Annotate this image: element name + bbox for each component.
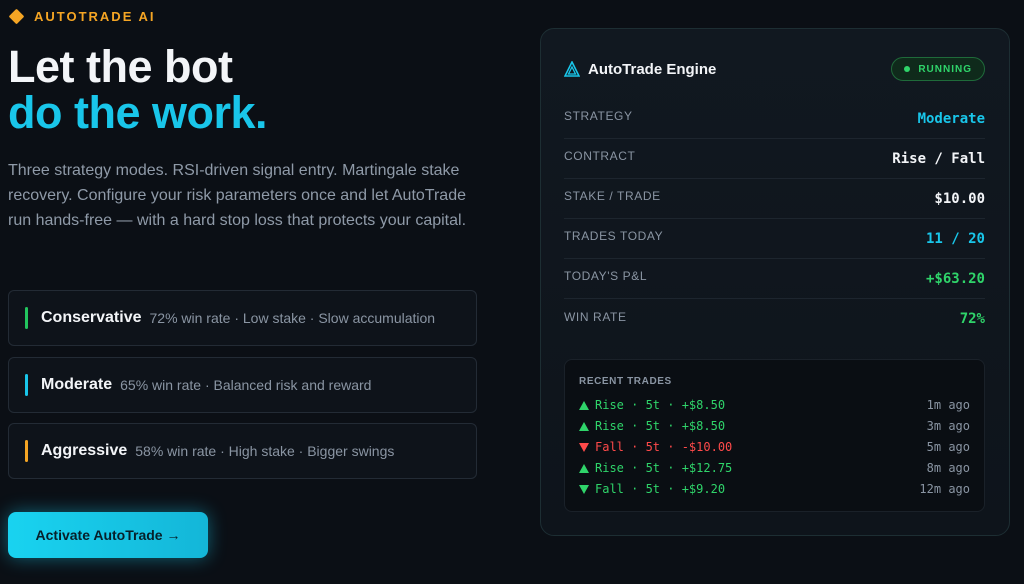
up-arrow-icon bbox=[579, 400, 589, 410]
row-value: 11 / 20 bbox=[925, 230, 985, 247]
mode-indicator-bar bbox=[25, 307, 28, 329]
trade-text: Fall · 5t · -$10.00 bbox=[595, 440, 733, 454]
brand-name: AUTOTRADE AI bbox=[34, 9, 156, 24]
status-badge: RUNNING bbox=[891, 57, 985, 81]
mode-card-aggressive[interactable]: Aggressive 58% win rate · High stake · B… bbox=[8, 423, 477, 479]
mode-card-moderate[interactable]: Moderate 65% win rate · Balanced risk an… bbox=[8, 357, 477, 413]
brand: AUTOTRADE AI bbox=[8, 8, 156, 25]
hero-description: Three strategy modes. RSI-driven signal … bbox=[8, 162, 467, 229]
mode-info: 72% win rate · Low stake · Slow accumula… bbox=[149, 310, 436, 326]
trade-text: Rise · 5t · +$12.75 bbox=[595, 461, 733, 475]
recent-trades-box: RECENT TRADES Rise · 5t · +$8.50 1m ago … bbox=[564, 359, 985, 512]
trade-row: Rise · 5t · +$12.75 8m ago bbox=[579, 459, 970, 477]
page-title: Let the bot do the work. bbox=[8, 41, 268, 138]
row-value: 72% bbox=[959, 311, 985, 327]
status-dot-icon bbox=[904, 66, 911, 72]
row-key: TODAY'S P&L bbox=[564, 269, 648, 283]
mode-indicator-bar bbox=[25, 374, 28, 396]
row-key: STRATEGY bbox=[564, 109, 633, 123]
trade-time: 1m ago bbox=[926, 398, 970, 412]
engine-row-contract: CONTRACT Rise / Fall bbox=[564, 139, 985, 179]
status-label: RUNNING bbox=[918, 63, 972, 75]
engine-row-pnl: TODAY'S P&L +$63.20 bbox=[564, 259, 985, 299]
trade-row: Rise · 5t · +$8.50 3m ago bbox=[579, 417, 970, 435]
mode-title: Conservative bbox=[41, 309, 142, 326]
trade-time: 8m ago bbox=[926, 461, 970, 475]
down-arrow-icon bbox=[579, 442, 589, 452]
row-value: Rise / Fall bbox=[892, 150, 985, 167]
up-arrow-icon bbox=[579, 463, 589, 473]
engine-row-trades-today: TRADES TODAY 11 / 20 bbox=[564, 219, 985, 259]
mode-info: 65% win rate · Balanced risk and reward bbox=[120, 377, 372, 393]
engine-panel: AutoTrade Engine RUNNING STRATEGY Modera… bbox=[540, 28, 1010, 536]
trade-text: Rise · 5t · +$8.50 bbox=[595, 398, 726, 412]
trade-time: 5m ago bbox=[926, 440, 970, 454]
row-value: +$63.20 bbox=[925, 270, 985, 287]
engine-header: AutoTrade Engine RUNNING bbox=[564, 57, 985, 81]
row-key: CONTRACT bbox=[564, 149, 636, 163]
mode-title: Moderate bbox=[41, 376, 113, 393]
mode-title: Aggressive bbox=[41, 442, 128, 459]
row-value: $10.00 bbox=[934, 190, 985, 207]
trade-text: Rise · 5t · +$8.50 bbox=[595, 419, 726, 433]
trade-row: Fall · 5t · +$9.20 12m ago bbox=[579, 480, 970, 498]
title-line-2: do the work. bbox=[8, 87, 268, 138]
engine-row-win-rate: WIN RATE 72% bbox=[564, 299, 985, 339]
triangle-logo-icon bbox=[564, 61, 580, 77]
trade-text: Fall · 5t · +$9.20 bbox=[595, 482, 726, 496]
recent-trades-title: RECENT TRADES bbox=[579, 376, 672, 387]
engine-title: AutoTrade Engine bbox=[588, 60, 717, 78]
row-key: WIN RATE bbox=[564, 309, 627, 324]
row-key: STAKE / TRADE bbox=[564, 189, 661, 203]
mode-indicator-bar bbox=[25, 440, 28, 462]
engine-row-strategy: STRATEGY Moderate bbox=[564, 99, 985, 139]
activate-autotrade-button[interactable]: Activate AutoTrade → bbox=[8, 512, 208, 558]
row-value: Moderate bbox=[917, 110, 985, 127]
diamond-logo-icon bbox=[8, 8, 25, 25]
row-key: TRADES TODAY bbox=[564, 229, 664, 243]
trade-time: 3m ago bbox=[926, 419, 970, 433]
down-arrow-icon bbox=[579, 484, 589, 494]
engine-row-stake: STAKE / TRADE $10.00 bbox=[564, 179, 985, 219]
trade-row: Rise · 5t · +$8.50 1m ago bbox=[579, 396, 970, 414]
mode-info: 58% win rate · High stake · Bigger swing… bbox=[135, 443, 395, 459]
trade-time: 12m ago bbox=[919, 482, 970, 496]
title-line-1: Let the bot bbox=[8, 41, 233, 92]
trade-row: Fall · 5t · -$10.00 5m ago bbox=[579, 438, 970, 456]
mode-card-conservative[interactable]: Conservative 72% win rate · Low stake · … bbox=[8, 290, 477, 346]
up-arrow-icon bbox=[579, 421, 589, 431]
